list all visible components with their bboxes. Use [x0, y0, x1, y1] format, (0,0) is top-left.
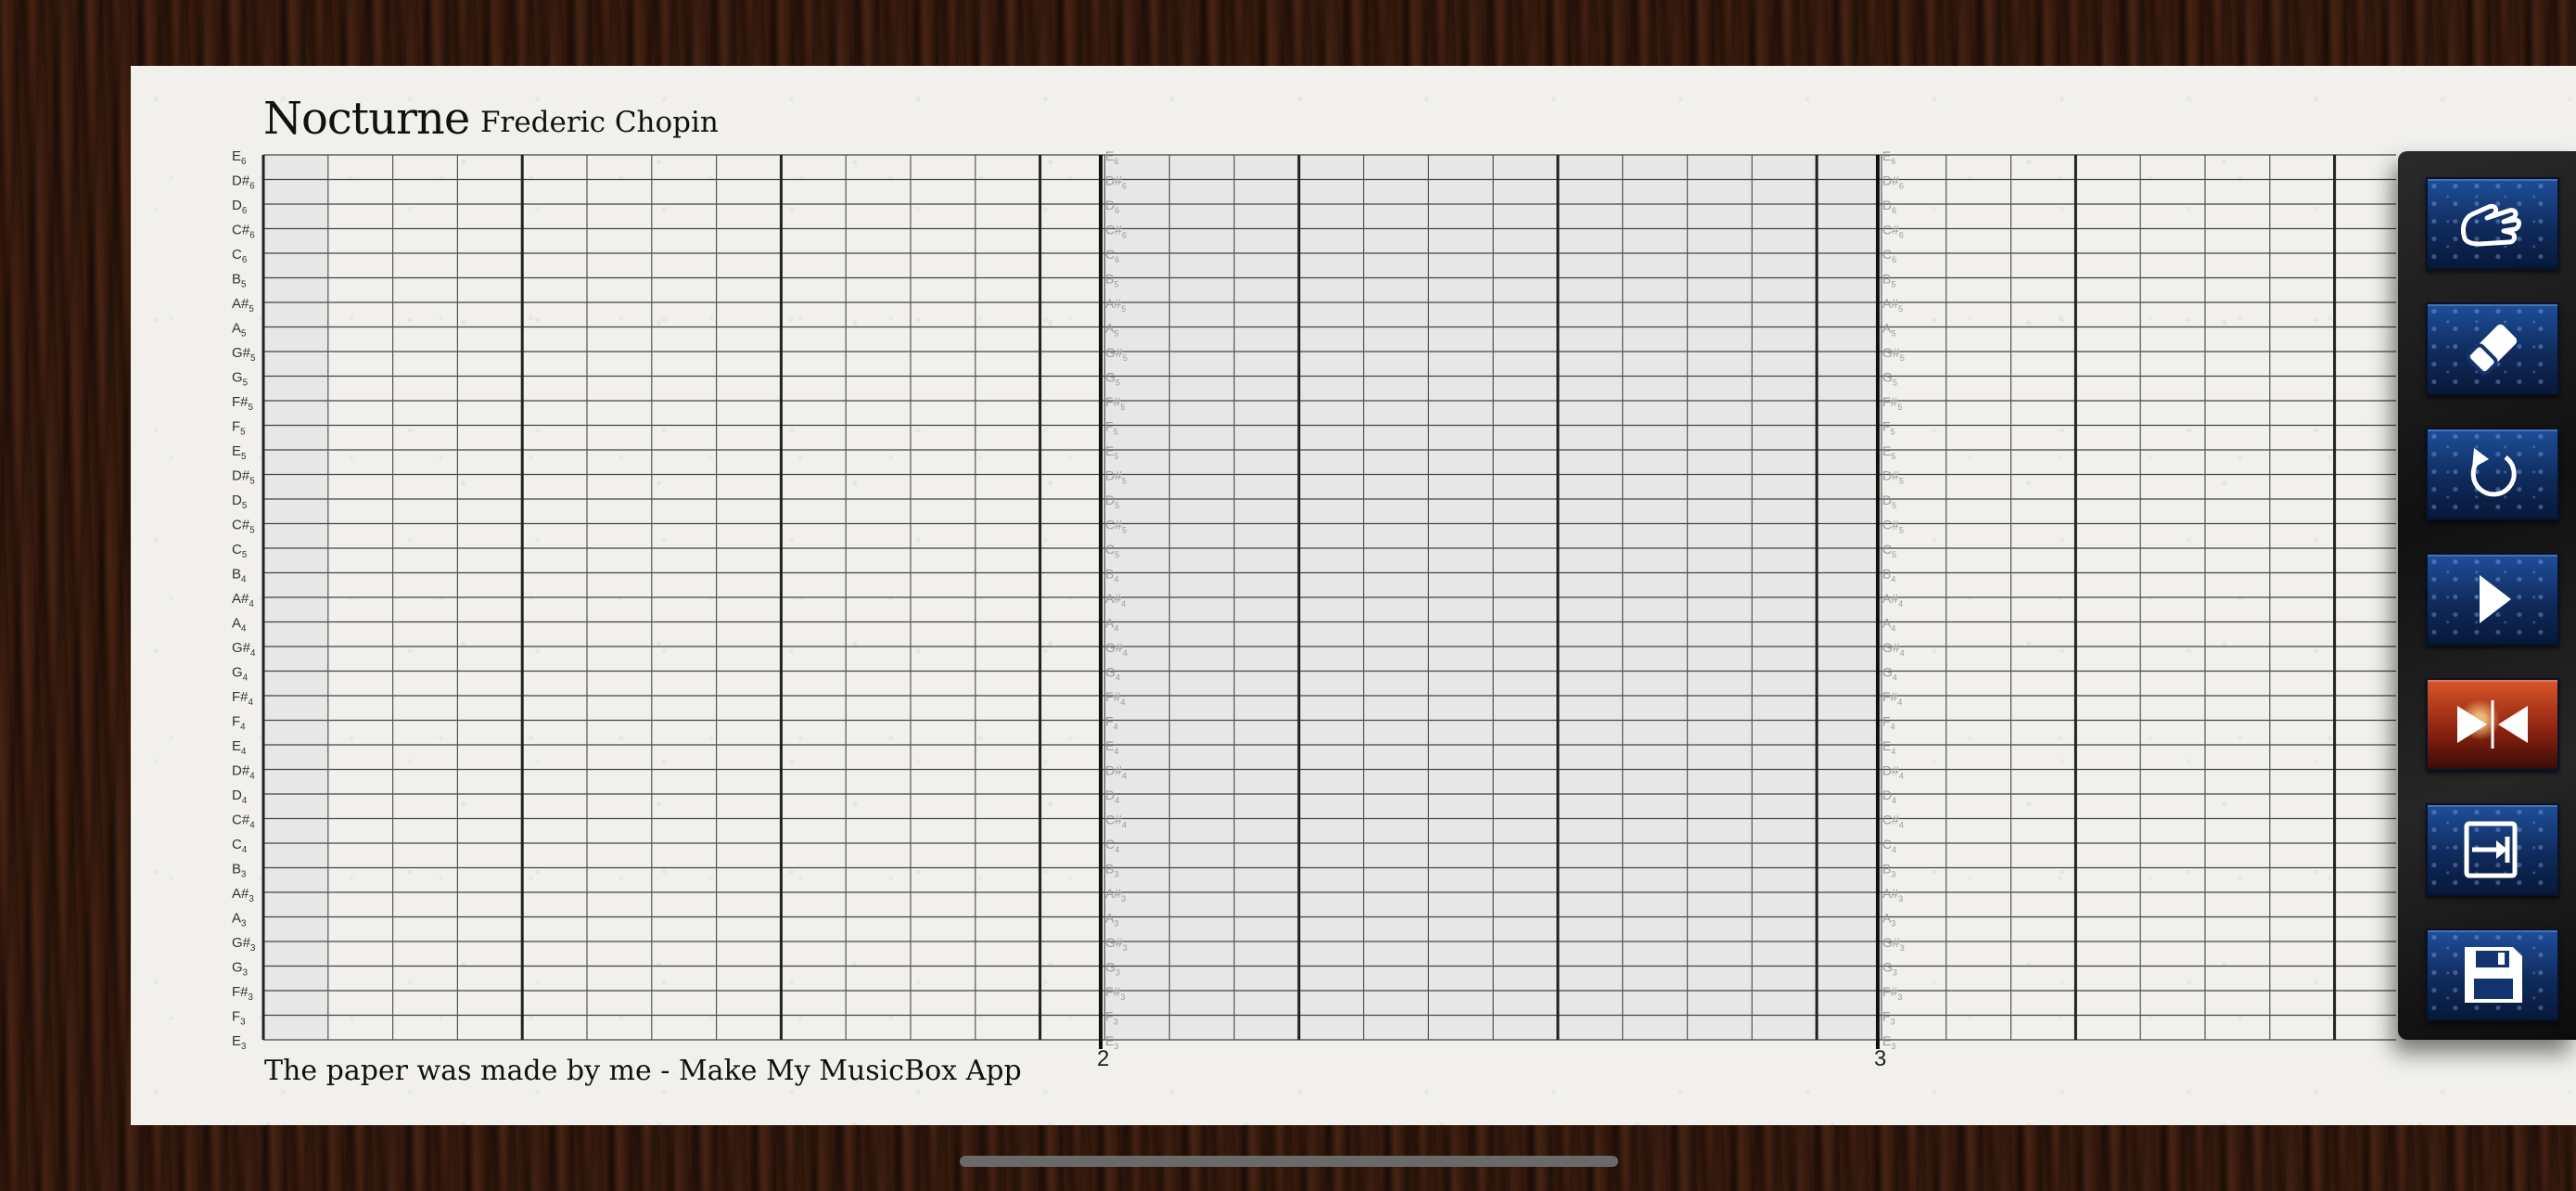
note-label: D6 [1882, 198, 1896, 215]
note-label: E5 [1882, 443, 1895, 461]
note-label: F#5 [1882, 394, 1902, 412]
note-label: A3 [232, 911, 246, 929]
note-label: F#3 [232, 984, 253, 1003]
note-label: E6 [1882, 148, 1895, 166]
note-label: A#4 [232, 591, 254, 609]
note-label: G3 [1882, 960, 1897, 978]
compress-button[interactable] [2426, 678, 2559, 771]
save-button[interactable] [2426, 928, 2559, 1021]
note-label: D#6 [232, 173, 255, 192]
note-label: A4 [232, 616, 247, 634]
note-label: F5 [1882, 419, 1895, 437]
play-button[interactable] [2426, 553, 2559, 646]
note-label: F#3 [1882, 984, 1902, 1002]
note-label: E4 [232, 738, 247, 757]
note-label: E4 [1882, 738, 1895, 756]
note-label: G5 [1882, 370, 1897, 388]
note-label: E3 [232, 1033, 246, 1052]
note-label: F4 [1882, 714, 1895, 732]
note-label: A#5 [232, 296, 254, 314]
note-label: A#4 [1882, 591, 1903, 608]
play-icon [2480, 575, 2511, 623]
note-label: F#4 [1882, 689, 1902, 707]
note-label: A#3 [1882, 886, 1903, 903]
note-label: G3 [232, 960, 248, 979]
note-label: C5 [232, 542, 248, 560]
note-label: C6 [1882, 247, 1896, 264]
hand-icon [2460, 204, 2521, 247]
eraser-icon [2466, 324, 2518, 376]
footer-credit: The paper was made by me - Make My Music… [264, 1055, 1022, 1087]
export-button[interactable] [2426, 803, 2559, 896]
song-title: Nocturne [263, 93, 470, 145]
measure-number: 3 [1874, 1046, 1886, 1071]
note-label: F3 [232, 1009, 246, 1028]
eraser-tool-button[interactable] [2426, 302, 2559, 395]
home-indicator[interactable] [960, 1156, 1618, 1167]
note-label: C#4 [1882, 813, 1904, 830]
note-label: G#5 [232, 345, 256, 364]
note-label: F4 [232, 714, 246, 733]
note-label: G#5 [1882, 345, 1905, 363]
save-icon [2465, 947, 2522, 1003]
note-label: C#5 [1882, 518, 1904, 535]
undo-button[interactable] [2426, 428, 2559, 520]
note-label: F#5 [232, 394, 254, 413]
note-label: A5 [1882, 321, 1895, 339]
note-label: C#6 [1882, 223, 1904, 240]
note-label: A5 [232, 321, 247, 339]
note-label: G4 [232, 665, 249, 684]
note-label: D#4 [232, 763, 255, 782]
note-label: C#4 [232, 813, 255, 831]
note-label: G4 [1882, 665, 1897, 683]
undo-icon [2470, 448, 2517, 497]
note-label: G#3 [1882, 935, 1905, 953]
note-label: F#4 [232, 689, 254, 708]
note-grid[interactable]: E6 E6 E6D#6 D#6 D#6D6 D6 D6C#6 C#6 C#6C6 C6 C6B5 B5… [0, 0, 2576, 1191]
tool-palette [2398, 151, 2576, 1040]
note-label: D4 [232, 788, 248, 806]
note-label: B5 [232, 272, 247, 290]
note-label: D5 [232, 493, 248, 511]
note-label: C5 [1882, 542, 1896, 559]
note-label: G#4 [232, 640, 256, 659]
note-label: B4 [232, 567, 247, 585]
note-label: D6 [232, 198, 247, 216]
note-label: E5 [232, 443, 247, 462]
note-label: F3 [1882, 1009, 1895, 1027]
note-label: D5 [1882, 493, 1896, 510]
note-label: D#6 [1882, 173, 1904, 191]
note-label: D#5 [232, 468, 255, 487]
note-label: C4 [1882, 837, 1896, 854]
note-label: A3 [1882, 911, 1895, 928]
note-label: C6 [232, 247, 247, 265]
measure-number: 2 [1097, 1046, 1109, 1071]
note-label: G5 [232, 370, 249, 389]
note-label: D#5 [1882, 468, 1904, 486]
note-label: B4 [1882, 567, 1895, 584]
compress-icon [2457, 700, 2528, 749]
hand-tool-button[interactable] [2426, 177, 2559, 270]
note-label: C#5 [232, 518, 255, 536]
note-label: B3 [1882, 862, 1895, 879]
note-label: A#3 [232, 886, 254, 904]
note-label: B5 [1882, 272, 1895, 289]
note-label: B3 [232, 862, 246, 880]
note-label: E6 [232, 148, 246, 167]
composer-name: Frederic Chopin [480, 106, 719, 139]
note-label: D4 [1882, 788, 1896, 805]
note-label: A4 [1882, 616, 1895, 634]
export-icon [2464, 821, 2518, 878]
note-label: G#3 [232, 935, 255, 954]
note-label: A#5 [1882, 296, 1903, 314]
note-label: C#6 [232, 223, 255, 241]
note-label: F5 [232, 419, 246, 438]
note-label: C4 [232, 837, 248, 855]
note-label: G#4 [1882, 640, 1905, 658]
note-label: D#4 [1882, 763, 1904, 781]
